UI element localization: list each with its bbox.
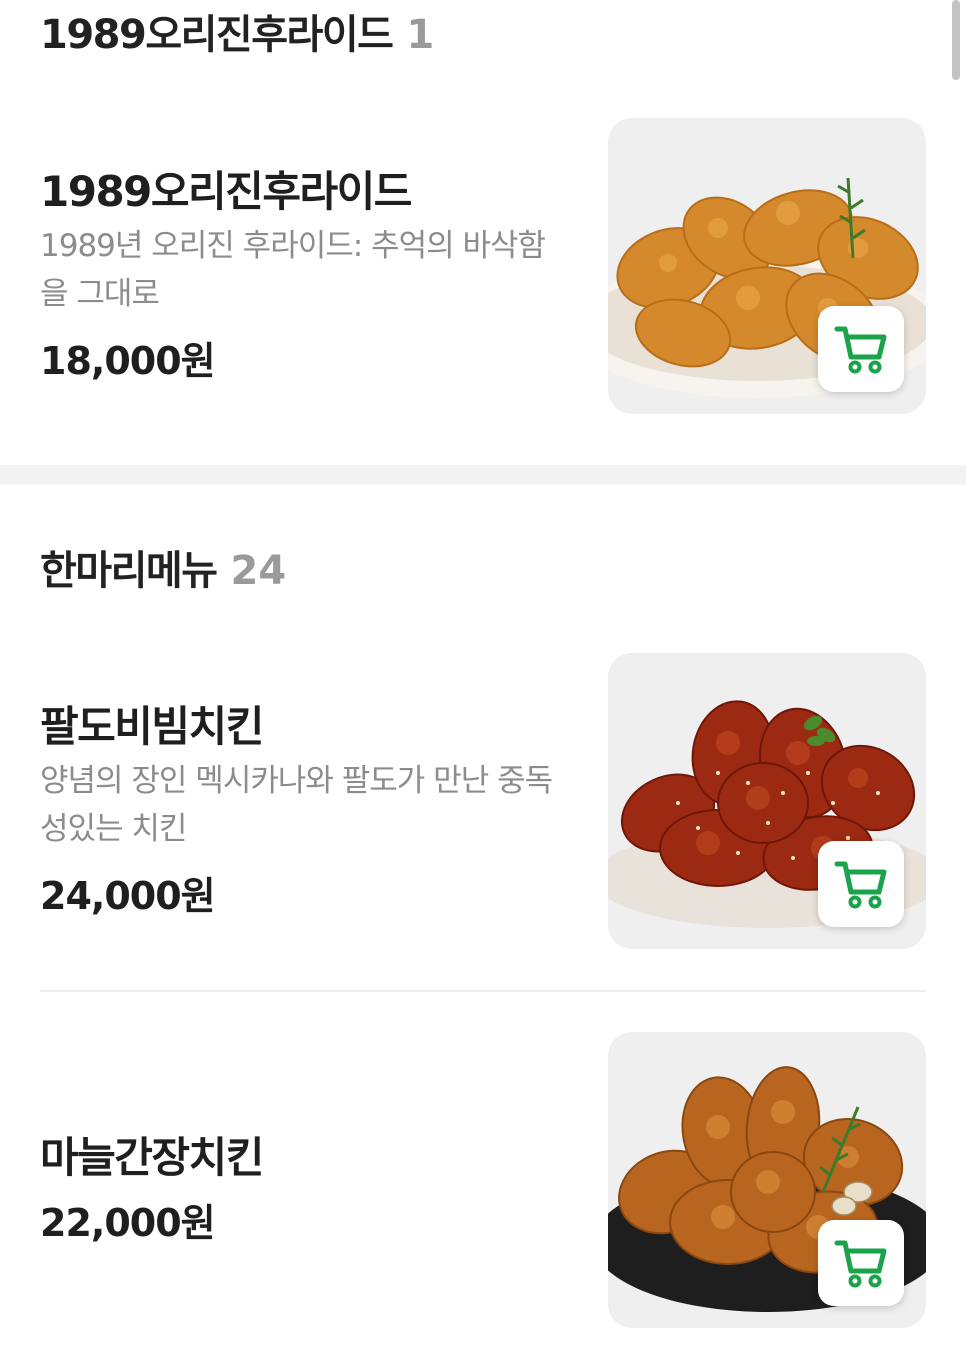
scrollbar[interactable]: [952, 0, 960, 80]
section-header-whole-chicken: 한마리메뉴 24: [40, 538, 286, 596]
item-thumbnail[interactable]: [608, 1032, 926, 1328]
item-price: 22,000원: [40, 1201, 216, 1245]
item-name: 1989오리진후라이드: [40, 167, 412, 216]
section-title: 1989오리진후라이드: [40, 12, 394, 58]
item-price: 18,000원: [40, 339, 216, 383]
add-to-cart-button[interactable]: [818, 306, 904, 392]
section-header-origin-fried: 1989오리진후라이드 1: [40, 2, 434, 60]
section-divider: [0, 465, 966, 485]
menu-item-garlic-soy[interactable]: 마늘간장치킨 22,000원: [0, 1032, 966, 1332]
menu-page: 1989오리진후라이드 1 1989오리진후라이드 1989년 오리진 후라이드:…: [0, 0, 966, 1345]
shopping-cart-icon: [834, 861, 887, 909]
item-name: 팔도비빔치킨: [40, 702, 264, 751]
item-thumbnail[interactable]: [608, 653, 926, 949]
item-description: 1989년 오리진 후라이드: 추억의 바삭함을 그대로: [40, 228, 546, 312]
section-count: 24: [230, 548, 287, 594]
menu-item-paldo-bibim[interactable]: 팔도비빔치킨 양념의 장인 멕시카나와 팔도가 만난 중독성있는 치킨 24,0…: [0, 653, 966, 953]
item-description: 양념의 장인 멕시카나와 팔도가 만난 중독성있는 치킨: [40, 763, 553, 847]
menu-item-origin-fried[interactable]: 1989오리진후라이드 1989년 오리진 후라이드: 추억의 바삭함을 그대로…: [0, 118, 966, 418]
section-count: 1: [406, 12, 435, 58]
add-to-cart-button[interactable]: [818, 841, 904, 927]
section-title: 한마리메뉴: [40, 548, 218, 594]
shopping-cart-icon: [834, 326, 887, 374]
shopping-cart-icon: [834, 1240, 887, 1288]
item-price: 24,000원: [40, 874, 216, 918]
item-thumbnail[interactable]: [608, 118, 926, 414]
item-divider: [40, 990, 926, 992]
add-to-cart-button[interactable]: [818, 1220, 904, 1306]
item-name: 마늘간장치킨: [40, 1133, 264, 1182]
